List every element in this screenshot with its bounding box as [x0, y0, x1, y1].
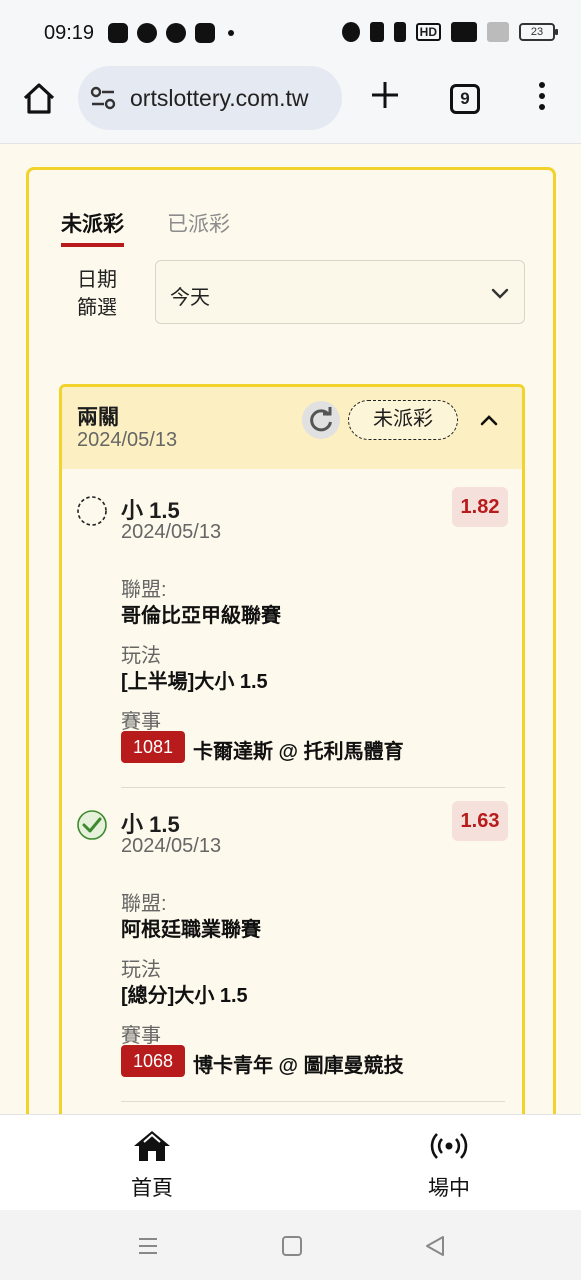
bet-leg-item: 小 1.5 2024/05/13 1.63 聯盟: 阿根廷職業聯賽 玩法 [總分… — [62, 783, 522, 1102]
match-label: 賽事 — [121, 1025, 161, 1047]
vibrate-icon — [369, 22, 384, 42]
site-settings-icon[interactable] — [90, 86, 116, 110]
play-value: [總分]大小 1.5 — [121, 985, 248, 1007]
battery-icon: 23 — [519, 23, 558, 41]
match-label: 賽事 — [121, 711, 161, 733]
date-filter-label: 日期 篩選 — [77, 269, 117, 319]
tab-switcher-button[interactable]: 9 — [450, 84, 480, 114]
bet-type: 兩關 — [77, 406, 119, 429]
signal-icon — [451, 22, 477, 42]
bet-card-header: 兩關 2024/05/13 未派彩 — [62, 387, 522, 469]
tab-paid[interactable]: 已派彩 — [167, 208, 230, 238]
system-icons: HD 23 — [341, 22, 558, 42]
bet-leg-date: 2024/05/13 — [121, 521, 222, 543]
play-value: [上半場]大小 1.5 — [121, 671, 268, 693]
address-bar[interactable]: ortslottery.com.tw — [78, 66, 342, 130]
notification-icons — [108, 23, 234, 43]
line-icon — [166, 23, 186, 43]
more-menu-icon[interactable] — [536, 82, 548, 114]
league-label: 聯盟: — [121, 893, 167, 915]
alarm-icon — [341, 22, 360, 42]
chevron-down-icon — [491, 288, 509, 299]
gmail-icon — [195, 23, 215, 43]
match-number-badge: 1081 — [121, 731, 185, 763]
tiktok-icon — [108, 23, 128, 43]
tab-unpaid[interactable]: 未派彩 — [61, 208, 124, 247]
new-tab-icon[interactable] — [368, 78, 402, 112]
live-broadcast-icon — [430, 1133, 468, 1159]
league-value: 哥倫比亞甲級聯賽 — [121, 605, 281, 627]
match-number-badge: 1068 — [121, 1045, 185, 1077]
signal-2-icon — [487, 22, 509, 42]
match-name: 博卡青年 @ 圖庫曼競技 — [193, 1055, 404, 1077]
nav-home[interactable]: 首頁 — [112, 1129, 192, 1202]
chrome-icon — [137, 23, 157, 43]
bet-leg-item: 小 1.5 2024/05/13 1.82 聯盟: 哥倫比亞甲級聯賽 玩法 [上… — [62, 469, 522, 788]
home-button-icon[interactable] — [280, 1234, 304, 1258]
chevron-up-icon[interactable] — [478, 409, 500, 431]
divider — [121, 1101, 505, 1102]
match-name: 卡爾達斯 @ 托利馬體育 — [193, 741, 404, 763]
more-notifications-icon — [228, 30, 234, 36]
date-filter-select[interactable]: 今天 — [155, 260, 525, 324]
refresh-icon[interactable] — [302, 401, 340, 439]
system-navigation-bar — [0, 1210, 581, 1280]
bottom-nav: 首頁 場中 — [0, 1114, 581, 1210]
parlay-bet-card: 兩關 2024/05/13 未派彩 小 1.5 2024/05/13 1.82 … — [59, 384, 525, 1144]
url-text: ortslottery.com.tw — [130, 85, 309, 111]
league-value: 阿根廷職業聯賽 — [121, 919, 261, 941]
nav-live[interactable]: 場中 — [409, 1129, 489, 1202]
browser-toolbar: ortslottery.com.tw 9 — [0, 66, 581, 144]
nav-home-label: 首頁 — [131, 1177, 173, 1200]
back-icon[interactable] — [423, 1234, 447, 1258]
odds-badge: 1.63 — [452, 801, 508, 841]
play-label: 玩法 — [121, 645, 161, 667]
play-label: 玩法 — [121, 959, 161, 981]
bet-records-panel: 未派彩 已派彩 日期 篩選 今天 兩關 2024/05/13 未派彩 小 1.5… — [26, 167, 556, 1144]
home-icon[interactable] — [20, 80, 58, 118]
unchecked-circle-icon — [77, 496, 107, 526]
status-badge: 未派彩 — [348, 400, 458, 440]
home-icon — [134, 1131, 170, 1161]
recent-apps-icon[interactable] — [136, 1234, 160, 1258]
hd-icon: HD — [415, 23, 441, 41]
bet-date: 2024/05/13 — [77, 429, 178, 451]
status-bar: 09:19 HD 23 — [0, 0, 581, 66]
date-filter-value: 今天 — [170, 287, 210, 309]
nav-live-label: 場中 — [428, 1177, 470, 1200]
check-circle-icon — [77, 810, 107, 840]
odds-badge: 1.82 — [452, 487, 508, 527]
bet-leg-date: 2024/05/13 — [121, 835, 222, 857]
clock: 09:19 — [44, 22, 95, 44]
bluetooth-icon — [393, 22, 406, 42]
league-label: 聯盟: — [121, 579, 167, 601]
